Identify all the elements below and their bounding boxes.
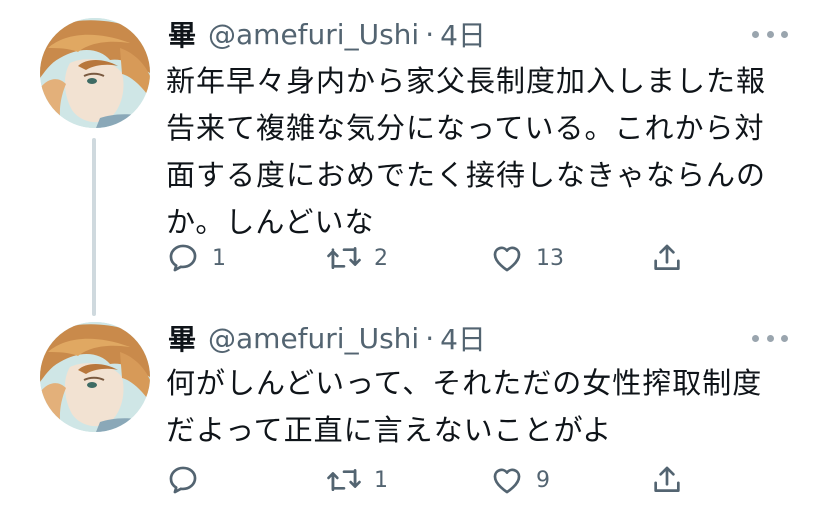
more-dot [781, 334, 788, 342]
retweet-icon [327, 246, 361, 270]
like-button[interactable]: 13 [490, 238, 564, 278]
tweet-actions: 1 2 13 [166, 238, 706, 278]
user-handle[interactable]: @amefuri_Ushi [208, 322, 419, 355]
tweet[interactable]: 畢 @amefuri_Ushi · 4日 何がしんどいって、それただの女性搾取制… [0, 300, 828, 520]
avatar[interactable] [40, 18, 150, 128]
display-name[interactable]: 畢 [168, 14, 196, 54]
display-name[interactable]: 畢 [168, 318, 196, 358]
more-dot [766, 334, 774, 342]
more-icon[interactable] [752, 332, 788, 344]
header-separator: · [425, 17, 435, 51]
avatar[interactable] [40, 322, 150, 432]
reply-button[interactable]: 1 [166, 238, 226, 278]
like-count: 9 [536, 467, 550, 493]
retweet-button[interactable]: 2 [326, 238, 388, 278]
tweet-actions: 1 9 [166, 460, 706, 500]
retweet-count: 1 [374, 467, 388, 493]
reply-button[interactable] [166, 460, 212, 500]
like-count: 13 [536, 245, 564, 271]
share-button[interactable] [650, 460, 684, 500]
reply-icon [169, 244, 197, 272]
share-icon [654, 244, 680, 270]
avatar-illustration [40, 18, 150, 128]
tweet-header: 畢 @amefuri_Ushi · 4日 [168, 318, 486, 358]
share-icon [654, 466, 680, 492]
tweet[interactable]: 畢 @amefuri_Ushi · 4日 新年早々身内から家父長制度加入しました… [0, 0, 828, 316]
more-dot [766, 30, 774, 38]
more-icon[interactable] [752, 28, 788, 40]
thread-line [92, 138, 96, 316]
like-button[interactable]: 9 [490, 460, 550, 500]
avatar-illustration [40, 322, 150, 432]
more-dot [752, 334, 759, 342]
retweet-button[interactable]: 1 [326, 460, 388, 500]
timestamp[interactable]: 4日 [440, 318, 486, 358]
like-icon [493, 468, 521, 494]
tweet-text: 新年早々身内から家父長制度加入しました報 告来て複雑な気分になっている。これから… [166, 64, 767, 239]
more-dot [781, 30, 788, 38]
share-button[interactable] [650, 238, 684, 278]
more-dot [752, 30, 759, 38]
reply-count: 1 [212, 245, 226, 271]
user-handle[interactable]: @amefuri_Ushi [208, 18, 419, 51]
tweet-header: 畢 @amefuri_Ushi · 4日 [168, 14, 486, 54]
header-separator: · [425, 321, 435, 355]
reply-icon [169, 466, 197, 494]
retweet-icon [327, 468, 361, 492]
tweet-text: 何がしんどいって、それただの女性搾取制度 だよって正直に言えないことがよ [166, 366, 763, 447]
like-icon [493, 246, 521, 272]
retweet-count: 2 [374, 245, 388, 271]
timestamp[interactable]: 4日 [440, 14, 486, 54]
